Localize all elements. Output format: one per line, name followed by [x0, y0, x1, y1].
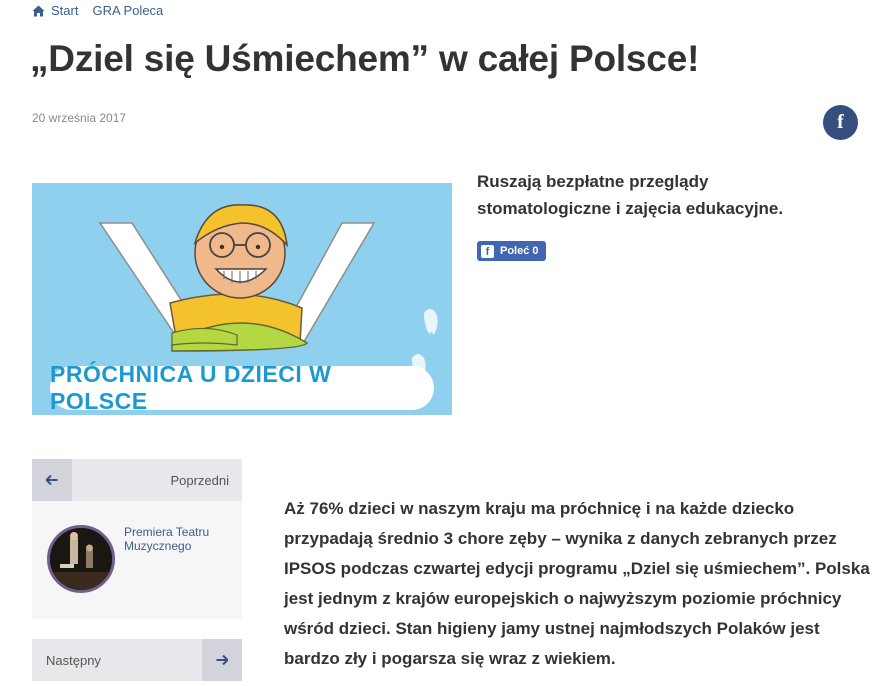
breadcrumb-start[interactable]: Start: [51, 3, 78, 18]
next-post-button[interactable]: Następny: [32, 639, 242, 681]
arrow-right-icon: [202, 639, 242, 681]
article-body: Aż 76% dzieci w naszym kraju ma próchnic…: [284, 499, 870, 668]
facebook-small-icon: f: [481, 244, 494, 258]
breadcrumb: Start GRA Poleca: [32, 3, 163, 18]
article-hero-image: PRÓCHNICA U DZIECI W POLSCE: [32, 183, 452, 415]
arrow-left-icon: [32, 459, 72, 501]
previous-post-button[interactable]: Poprzedni: [32, 459, 242, 501]
hero-caption: PRÓCHNICA U DZIECI W POLSCE: [50, 361, 434, 414]
next-post-label: Następny: [46, 652, 101, 668]
page-title: „Dziel się Uśmiechem” w całej Polsce!: [30, 38, 700, 79]
publish-date: 20 września 2017: [32, 111, 127, 125]
home-link[interactable]: [32, 5, 45, 17]
previous-post-card[interactable]: Premiera Teatru Muzycznego: [32, 501, 242, 619]
previous-post-label: Poprzedni: [170, 472, 229, 488]
facebook-share-button[interactable]: f: [823, 105, 858, 140]
breadcrumb-gra-poleca[interactable]: GRA Poleca: [92, 3, 163, 18]
previous-post-title[interactable]: Premiera Teatru Muzycznego: [124, 525, 234, 553]
like-button-label: Poleć 0: [500, 245, 539, 257]
article-lead: Ruszają bezpłatne przeglądy stomatologic…: [477, 172, 784, 218]
previous-post-thumbnail[interactable]: [47, 525, 115, 593]
facebook-icon: f: [837, 111, 844, 133]
facebook-like-button[interactable]: f Poleć 0: [477, 241, 546, 261]
home-icon: [32, 5, 45, 16]
